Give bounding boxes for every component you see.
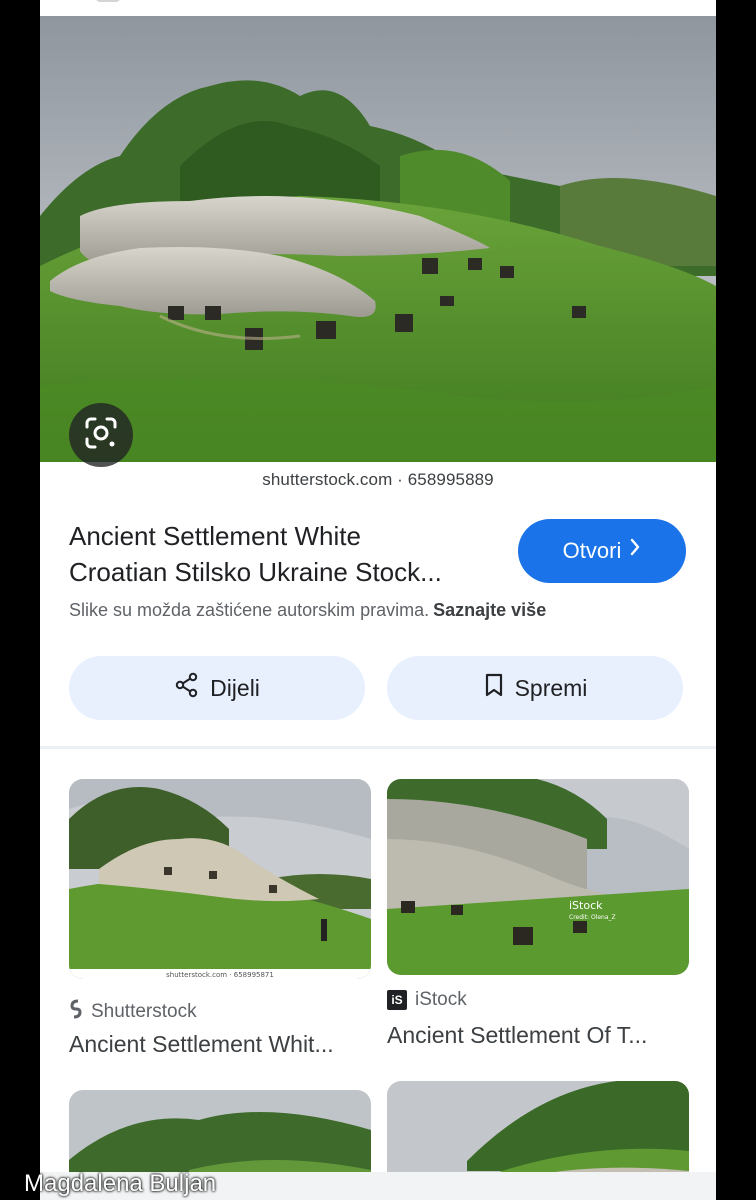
copyright-notice: Slike su možda zaštićene autorskim pravi… xyxy=(69,600,546,621)
related-result-card[interactable]: shutterstock.com · 658995871 Shutterstoc… xyxy=(69,779,371,1069)
share-icon xyxy=(174,672,200,704)
drag-handle[interactable] xyxy=(96,0,120,2)
thumbnail-caption: shutterstock.com · 658995871 xyxy=(166,971,274,979)
thumbnail-watermark: iStock xyxy=(569,899,603,912)
related-source: iS iStock xyxy=(387,989,467,1011)
related-source-label: Shutterstock xyxy=(91,1001,197,1022)
save-button[interactable]: Spremi xyxy=(387,656,683,720)
open-button[interactable]: Otvori xyxy=(518,519,686,583)
related-source-label: iStock xyxy=(415,989,467,1010)
result-title-line-2: Croatian Stilsko Ukraine Stock... xyxy=(69,557,442,587)
result-title[interactable]: Ancient Settlement White Croatian Stilsk… xyxy=(69,518,509,590)
related-title[interactable]: Ancient Settlement Whit... xyxy=(69,1031,334,1058)
share-label: Dijeli xyxy=(210,674,260,701)
top-strip xyxy=(40,0,716,16)
thumbnail-credit: Credit: Olena_Z xyxy=(569,914,616,921)
related-result-card[interactable]: iStock Credit: Olena_Z iS iStock Ancient… xyxy=(387,779,689,1069)
related-title[interactable]: Ancient Settlement Of T... xyxy=(387,1022,647,1049)
shutterstock-icon xyxy=(69,999,83,1025)
related-thumbnail[interactable]: shutterstock.com · 658995871 xyxy=(69,779,371,979)
image-source-domain[interactable]: shutterstock.com · 658995889 xyxy=(40,470,716,490)
image-viewer-panel: shutterstock.com · 658995889 Ancient Set… xyxy=(40,0,716,1200)
chevron-right-icon xyxy=(629,538,641,562)
google-lens-button[interactable] xyxy=(69,403,133,467)
related-source: Shutterstock xyxy=(69,999,197,1025)
overlay-watermark: Magdalena Buljan xyxy=(24,1170,217,1197)
result-title-line-1: Ancient Settlement White xyxy=(69,521,361,551)
copyright-text: Slike su možda zaštićene autorskim pravi… xyxy=(69,600,430,620)
google-lens-icon xyxy=(83,415,119,456)
learn-more-link[interactable]: Saznajte više xyxy=(433,600,546,620)
section-divider xyxy=(40,746,716,749)
main-image[interactable] xyxy=(40,16,716,462)
related-thumbnail[interactable]: iStock Credit: Olena_Z xyxy=(387,779,689,975)
istock-icon: iS xyxy=(387,990,407,1010)
share-button[interactable]: Dijeli xyxy=(69,656,365,720)
save-label: Spremi xyxy=(514,674,588,701)
open-button-label: Otvori xyxy=(562,538,622,563)
bookmark-icon xyxy=(483,672,505,704)
